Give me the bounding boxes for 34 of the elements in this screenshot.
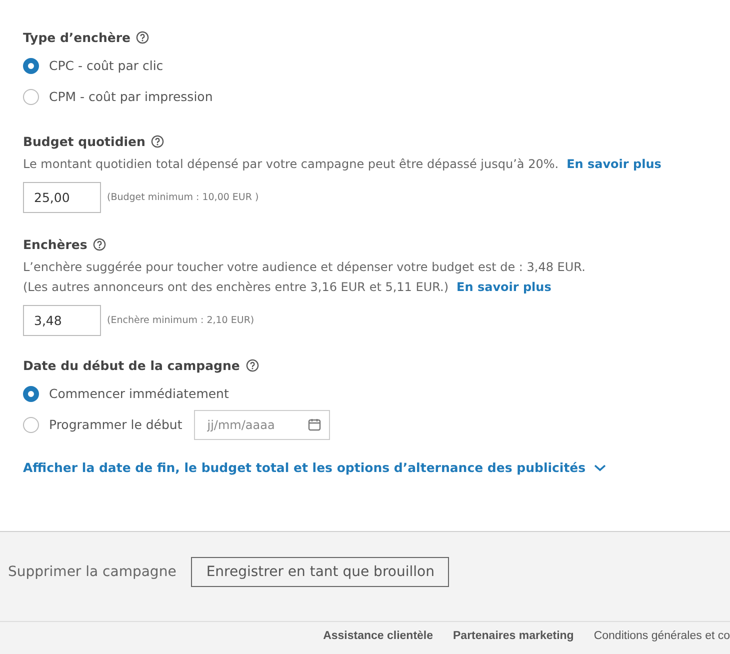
description-text: L’enchère suggérée pour toucher votre audience et dépenser votre budget est de : 3,48 EUR. (23, 259, 586, 276)
hint-text: (Enchère minimum : 2,10 EUR) (107, 315, 254, 326)
radio-label[interactable]: CPC - coût par clic (49, 58, 164, 73)
chevron-down-icon (594, 464, 606, 472)
footer-link[interactable]: Partenaires marketing (453, 630, 574, 642)
calendar-icon[interactable] (308, 418, 322, 431)
date-field[interactable]: jj/mm/aaaa (194, 410, 330, 440)
section-title: Enchères (23, 237, 88, 252)
section-title: Type d’enchère (23, 30, 130, 45)
learn-more-link[interactable]: En savoir plus (456, 280, 552, 294)
hint-text: (Budget minimum : 10,00 EUR ) (107, 192, 259, 203)
section-title: Budget quotidien (23, 134, 146, 149)
save-draft-button[interactable]: Enregistrer en tant que brouillon (191, 556, 450, 586)
help-icon[interactable] (136, 31, 150, 44)
radio-button[interactable] (23, 386, 39, 402)
help-icon[interactable] (93, 238, 106, 251)
radio-button[interactable] (23, 416, 39, 432)
section-title: Date du début de la campagne (23, 358, 240, 373)
budget-input[interactable]: 25,00 (23, 182, 101, 213)
footer-link[interactable]: Conditions générales et co (594, 630, 730, 642)
delete-campaign-button[interactable]: Supprimer la campagne (8, 564, 176, 580)
expand-options-link[interactable]: Afficher la date de fin, le budget total et les options d’alternance des publicités (23, 460, 606, 475)
radio-label[interactable]: Programmer le début (49, 417, 182, 432)
radio-button[interactable] (23, 58, 39, 74)
help-icon[interactable] (246, 359, 259, 372)
description-text: Le montant quotidien total dépensé par votre campagne peut être dépassé jusqu’à 20%. (23, 156, 559, 173)
footer-link[interactable]: Assistance clientèle (323, 630, 434, 642)
bid-input[interactable]: 3,48 (23, 305, 101, 336)
radio-label[interactable]: CPM - coût par impression (49, 89, 213, 104)
help-icon[interactable] (151, 135, 164, 148)
radio-button[interactable] (23, 88, 39, 104)
description-text: (Les autres annonceurs ont des enchères entre 3,16 EUR et 5,11 EUR.) (23, 279, 449, 296)
radio-label[interactable]: Commencer immédiatement (49, 386, 229, 401)
learn-more-link[interactable]: En savoir plus (566, 157, 662, 171)
